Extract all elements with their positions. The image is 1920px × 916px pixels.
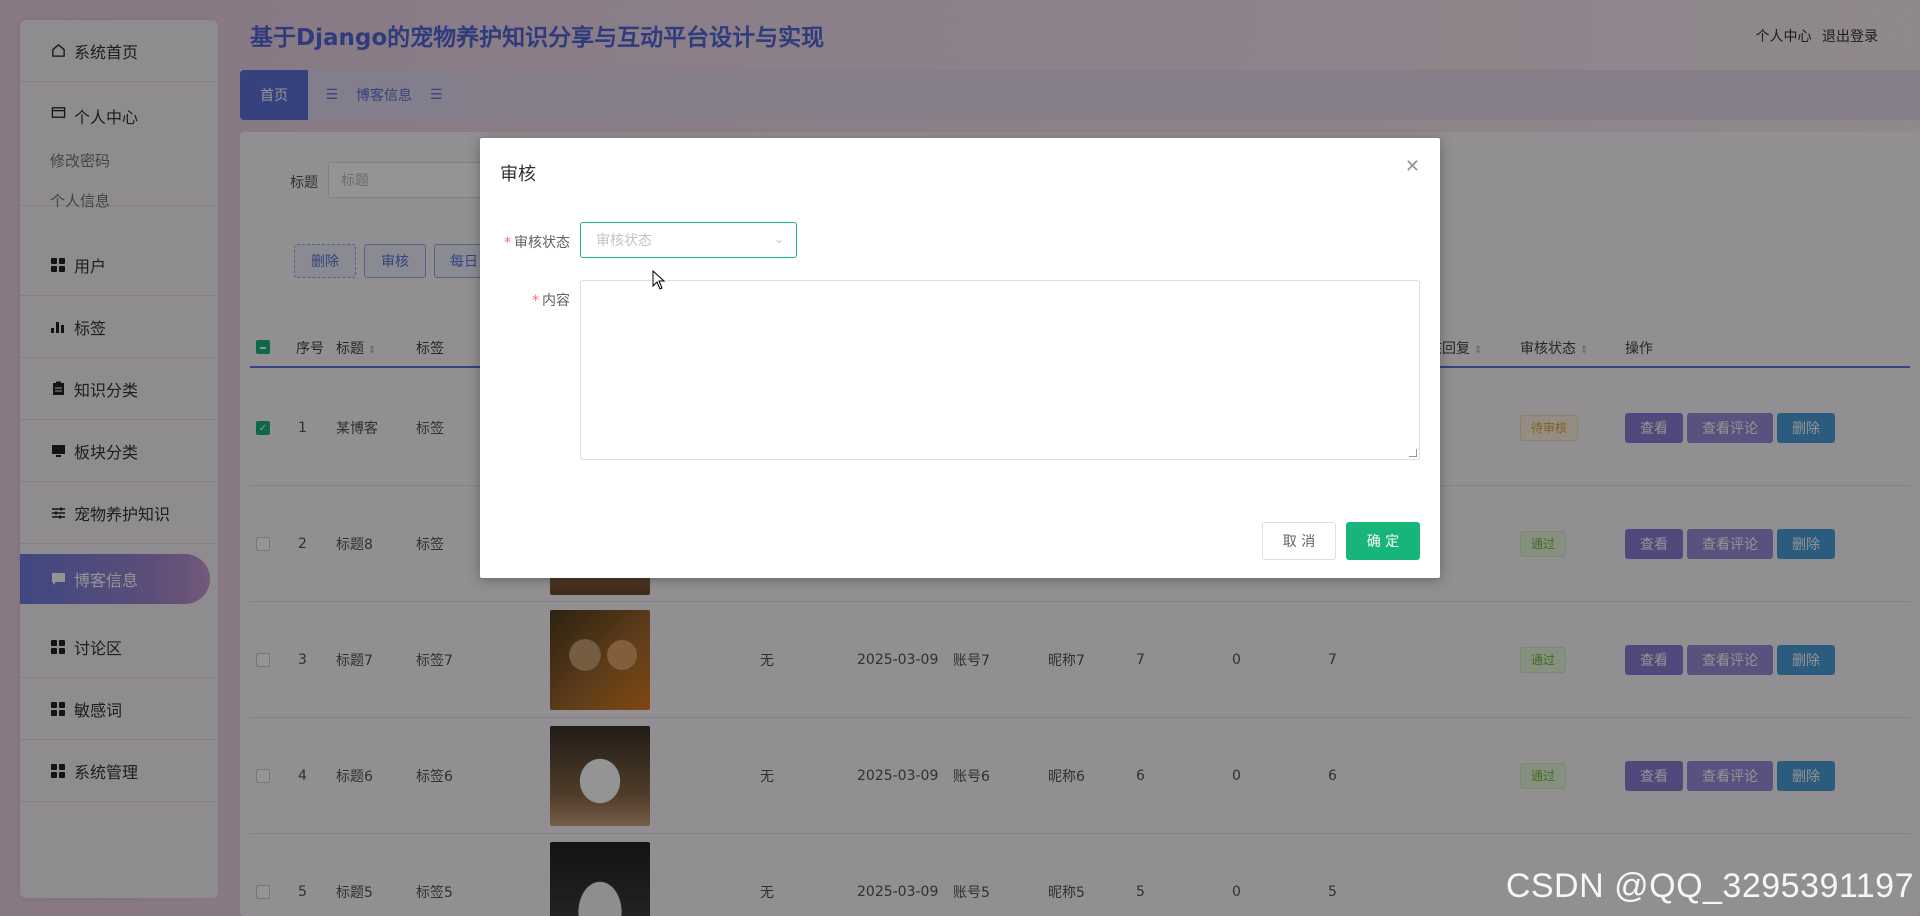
review-dialog: 审核 ✕ * 审核状态 审核状态 ⌄ * 内容 取 消 确 定: [480, 138, 1440, 578]
select-placeholder: 审核状态: [596, 233, 652, 249]
chevron-down-icon: ⌄: [773, 232, 784, 246]
content-field-label: * 内容: [532, 293, 570, 309]
status-field-label: * 审核状态: [504, 235, 570, 251]
watermark: CSDN @QQ_3295391197: [1505, 867, 1914, 905]
resize-handle[interactable]: [1409, 449, 1417, 457]
cancel-button[interactable]: 取 消: [1262, 522, 1336, 560]
close-icon[interactable]: ✕: [1405, 156, 1420, 177]
dialog-title: 审核: [500, 164, 536, 185]
content-textarea[interactable]: [580, 280, 1420, 460]
confirm-button[interactable]: 确 定: [1346, 522, 1420, 560]
review-status-select[interactable]: 审核状态 ⌄: [580, 222, 797, 258]
mouse-cursor-icon: [652, 270, 666, 290]
